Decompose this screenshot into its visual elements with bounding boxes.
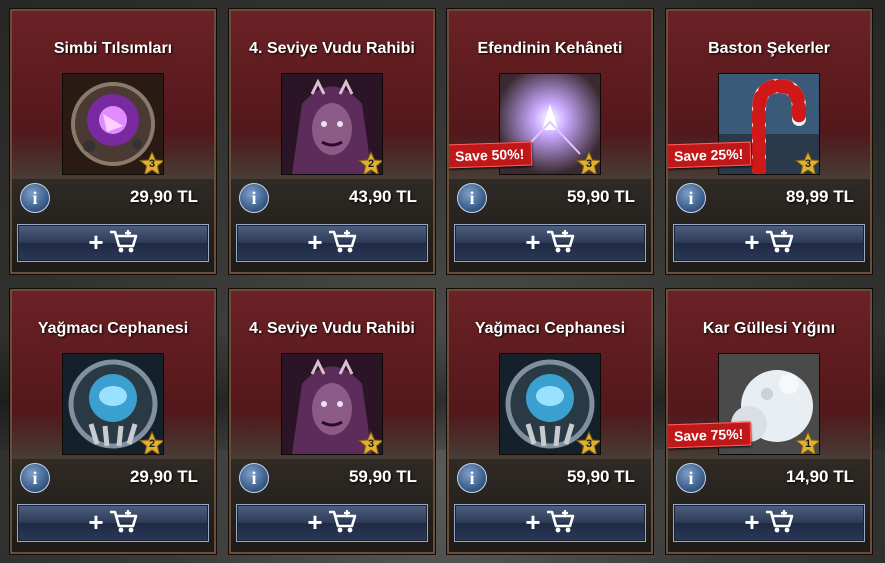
product-title: Efendinin Kehâneti — [477, 39, 623, 57]
product-price: 59,90 TL — [566, 467, 635, 486]
product-price: 29,90 TL — [129, 187, 198, 206]
cart-icon — [327, 508, 357, 539]
level-number: 2 — [367, 158, 375, 170]
product-card: Simbi Tılsımları 3 i 29,90 TL + — [10, 9, 216, 274]
add-to-cart-button[interactable]: + — [673, 224, 865, 262]
info-button[interactable]: i — [676, 463, 706, 493]
plus-icon: + — [525, 227, 541, 257]
product-card: Kar Güllesi Yığını 1 Save 75%! i 14,90 T… — [666, 289, 872, 554]
product-price: 59,90 TL — [348, 467, 417, 486]
level-star-badge: 3 — [139, 151, 163, 174]
plus-icon: + — [88, 227, 104, 257]
info-button[interactable]: i — [676, 183, 706, 213]
level-star-badge: 3 — [576, 431, 600, 454]
product-price: 14,90 TL — [785, 467, 854, 486]
add-to-cart-button[interactable]: + — [17, 224, 209, 262]
cart-icon — [764, 228, 794, 259]
add-to-cart-button[interactable]: + — [236, 504, 428, 542]
level-number: 2 — [148, 438, 156, 450]
level-star-badge: 2 — [139, 431, 163, 454]
level-number: 3 — [585, 158, 593, 170]
product-price: 43,90 TL — [348, 187, 417, 206]
product-title: Yağmacı Cephanesi — [37, 319, 189, 337]
add-to-cart-button[interactable]: + — [17, 504, 209, 542]
plus-icon: + — [307, 227, 323, 257]
product-title: Simbi Tılsımları — [53, 39, 173, 57]
level-star-badge: 3 — [795, 151, 819, 174]
cart-icon — [327, 228, 357, 259]
info-button[interactable]: i — [457, 183, 487, 213]
product-image[interactable]: 3 — [499, 353, 601, 455]
product-image[interactable]: 3 — [281, 353, 383, 455]
plus-icon: + — [525, 507, 541, 537]
add-to-cart-button[interactable]: + — [454, 504, 646, 542]
add-to-cart-button[interactable]: + — [454, 224, 646, 262]
info-button[interactable]: i — [239, 463, 269, 493]
plus-icon: + — [744, 227, 760, 257]
level-star-badge: 2 — [358, 151, 382, 174]
cart-icon — [108, 228, 138, 259]
product-title: Kar Güllesi Yığını — [702, 319, 836, 337]
save-badge: Save 25%! — [668, 141, 752, 169]
add-to-cart-button[interactable]: + — [673, 504, 865, 542]
level-star-badge: 3 — [358, 431, 382, 454]
product-image[interactable]: 3 — [62, 73, 164, 175]
add-to-cart-button[interactable]: + — [236, 224, 428, 262]
cart-icon — [545, 508, 575, 539]
product-image[interactable]: 2 — [281, 73, 383, 175]
save-badge: Save 50%! — [449, 141, 533, 169]
product-card: Yağmacı Cephanesi 3 i 59,90 TL + — [447, 289, 653, 554]
level-number: 3 — [367, 438, 375, 450]
product-card: 4. Seviye Vudu Rahibi 2 i 43,90 TL + — [229, 9, 435, 274]
plus-icon: + — [307, 507, 323, 537]
info-button[interactable]: i — [457, 463, 487, 493]
plus-icon: + — [744, 507, 760, 537]
info-button[interactable]: i — [239, 183, 269, 213]
info-button[interactable]: i — [20, 183, 50, 213]
level-star-badge: 1 — [795, 431, 819, 454]
level-number: 1 — [804, 438, 812, 450]
cart-icon — [108, 508, 138, 539]
product-price: 59,90 TL — [566, 187, 635, 206]
level-star-badge: 3 — [576, 151, 600, 174]
level-number: 3 — [148, 158, 156, 170]
product-price: 29,90 TL — [129, 467, 198, 486]
product-card: 4. Seviye Vudu Rahibi 3 i 59,90 TL + — [229, 289, 435, 554]
product-card: Baston Şekerler 3 Save 25%! i 89,99 TL + — [666, 9, 872, 274]
product-card: Yağmacı Cephanesi 2 i 29,90 TL + — [10, 289, 216, 554]
info-button[interactable]: i — [20, 463, 50, 493]
product-title: Yağmacı Cephanesi — [474, 319, 626, 337]
cart-icon — [545, 228, 575, 259]
product-image[interactable]: 2 — [62, 353, 164, 455]
product-card: Efendinin Kehâneti 3 Save 50%! i 59,90 T… — [447, 9, 653, 274]
cart-icon — [764, 508, 794, 539]
level-number: 3 — [804, 158, 812, 170]
product-price: 89,99 TL — [785, 187, 854, 206]
save-badge: Save 75%! — [668, 421, 752, 449]
level-number: 3 — [585, 438, 593, 450]
plus-icon: + — [88, 507, 104, 537]
product-title: 4. Seviye Vudu Rahibi — [249, 39, 415, 57]
product-title: 4. Seviye Vudu Rahibi — [249, 319, 415, 337]
product-title: Baston Şekerler — [708, 39, 830, 57]
